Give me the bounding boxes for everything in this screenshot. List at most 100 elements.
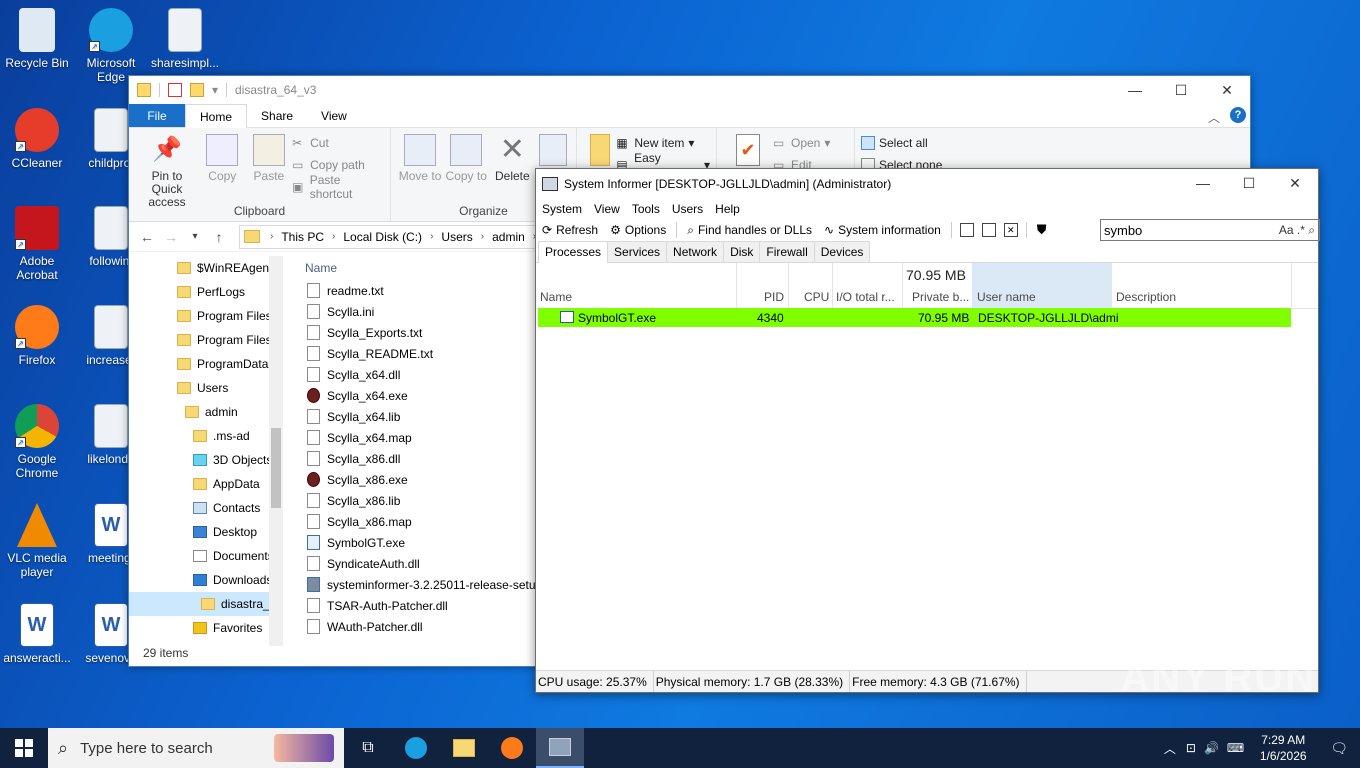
- breadcrumb-users[interactable]: Users: [441, 230, 472, 244]
- ime-icon[interactable]: ⌨: [1223, 741, 1248, 755]
- desktop-icon-chrome[interactable]: ↗ Google Chrome: [0, 404, 74, 480]
- select-all-button[interactable]: Select all: [861, 134, 942, 152]
- nav-item[interactable]: Downloads: [129, 568, 281, 592]
- file-row[interactable]: Scylla_x64.exe: [299, 385, 539, 406]
- tab-network[interactable]: Network: [666, 241, 725, 262]
- search-options[interactable]: Aa .* ⌕: [1279, 223, 1319, 238]
- column-cpu[interactable]: CPU: [804, 290, 829, 304]
- paste-shortcut-button[interactable]: ▣ Paste shortcut: [292, 173, 384, 201]
- open-button[interactable]: ▭ Open ▾: [773, 134, 830, 152]
- file-row[interactable]: Scylla_x64.map: [299, 427, 539, 448]
- close-icon[interactable]: ✕: [1204, 76, 1250, 104]
- scroll-thumb[interactable]: [271, 428, 281, 508]
- new-item-button[interactable]: ▦ New item ▾: [616, 134, 710, 152]
- breadcrumb-this-pc[interactable]: This PC: [281, 230, 324, 244]
- task-view-button[interactable]: ⧉: [344, 728, 392, 768]
- nav-item[interactable]: $WinREAgent: [129, 256, 281, 280]
- file-row[interactable]: Scylla_x64.dll: [299, 364, 539, 385]
- clock[interactable]: 7:29 AM 1/6/2026: [1248, 732, 1318, 764]
- nav-item[interactable]: Program Files: [129, 328, 281, 352]
- column-user-name[interactable]: User name: [977, 290, 1036, 304]
- breadcrumb-local-disk[interactable]: Local Disk (C:): [343, 230, 422, 244]
- column-pid[interactable]: PID: [764, 290, 784, 304]
- taskbar-system-informer[interactable]: [536, 728, 584, 768]
- breadcrumb-admin[interactable]: admin: [492, 230, 525, 244]
- file-row[interactable]: readme.txt: [299, 280, 539, 301]
- column-private-bytes[interactable]: Private b...: [912, 290, 969, 304]
- file-row[interactable]: WAuth-Patcher.dll: [299, 616, 539, 637]
- nav-item-selected[interactable]: disastra_: [129, 592, 281, 616]
- terminate-icon[interactable]: ✕: [1003, 223, 1018, 237]
- process-search-input[interactable]: symbo Aa .* ⌕: [1100, 219, 1320, 241]
- file-row[interactable]: Scylla_README.txt: [299, 343, 539, 364]
- column-name[interactable]: Name: [540, 290, 572, 304]
- file-row[interactable]: Scylla_x86.dll: [299, 448, 539, 469]
- close-icon[interactable]: ✕: [1272, 169, 1318, 197]
- file-row[interactable]: Scylla_x86.exe: [299, 469, 539, 490]
- tab-services[interactable]: Services: [607, 241, 668, 262]
- taskbar-firefox[interactable]: [488, 728, 536, 768]
- taskbar-file-explorer[interactable]: [440, 728, 488, 768]
- taskbar-search[interactable]: ⌕ Type here to search: [48, 728, 344, 768]
- back-icon[interactable]: ←: [135, 229, 159, 245]
- desktop-icon-acrobat[interactable]: ↗ Adobe Acrobat: [0, 206, 74, 282]
- nav-item[interactable]: Documents: [129, 544, 281, 568]
- tab-view[interactable]: View: [307, 104, 361, 127]
- desktop-icon-answeracti[interactable]: W answeracti...: [0, 603, 74, 665]
- recent-locations-icon[interactable]: ▾: [183, 231, 207, 242]
- volume-icon[interactable]: 🔊: [1200, 741, 1223, 755]
- file-row[interactable]: TSAR-Auth-Patcher.dll: [299, 595, 539, 616]
- maximize-icon[interactable]: ☐: [1158, 76, 1204, 104]
- file-row[interactable]: systeminformer-3.2.25011-release-setup: [299, 574, 539, 595]
- menu-view[interactable]: View: [588, 202, 626, 216]
- file-row[interactable]: Scylla.ini: [299, 301, 539, 322]
- properties-icon[interactable]: [168, 83, 182, 97]
- menu-tools[interactable]: Tools: [626, 202, 666, 216]
- tab-share[interactable]: Share: [247, 104, 307, 127]
- nav-item[interactable]: .ms-ad: [129, 424, 281, 448]
- menu-help[interactable]: Help: [709, 202, 746, 216]
- network-icon[interactable]: ⊡: [1182, 741, 1200, 755]
- forward-icon[interactable]: →: [159, 229, 183, 245]
- desktop-icon-vlc[interactable]: VLC media player: [0, 503, 74, 579]
- minimize-icon[interactable]: —: [1180, 169, 1226, 197]
- file-row[interactable]: Scylla_x86.map: [299, 511, 539, 532]
- desktop-icon-firefox[interactable]: ↗ Firefox: [0, 305, 74, 367]
- file-row[interactable]: Scylla_Exports.txt: [299, 322, 539, 343]
- file-row[interactable]: SymbolGT.exe: [299, 532, 539, 553]
- cut-button[interactable]: ✂ Cut: [292, 134, 384, 152]
- menu-users[interactable]: Users: [666, 202, 709, 216]
- shield-icon[interactable]: ⛊: [1037, 222, 1047, 238]
- refresh-button[interactable]: ⟳ Refresh: [536, 223, 604, 237]
- options-button[interactable]: ⚙ Options: [604, 223, 672, 237]
- column-io-total[interactable]: I/O total r...: [836, 290, 895, 304]
- copy-path-button[interactable]: ▭ Copy path: [292, 156, 384, 174]
- find-window-icon[interactable]: [981, 223, 996, 237]
- nav-item[interactable]: Contacts: [129, 496, 281, 520]
- nav-item[interactable]: AppData: [129, 472, 281, 496]
- desktop-icon-sharesimpl[interactable]: sharesimpl...: [148, 8, 222, 70]
- nav-item[interactable]: 3D Objects: [129, 448, 281, 472]
- maximize-icon[interactable]: ☐: [1226, 169, 1272, 197]
- nav-item[interactable]: PerfLogs: [129, 280, 281, 304]
- column-description[interactable]: Description: [1116, 290, 1176, 304]
- menu-system[interactable]: System: [536, 202, 588, 216]
- nav-item[interactable]: Users: [129, 376, 281, 400]
- process-row[interactable]: SymbolGT.exe 4340 70.95 MB DESKTOP-JGLLJ…: [538, 308, 1291, 327]
- tab-home[interactable]: Home: [185, 104, 248, 128]
- chevron-up-icon[interactable]: ︿: [1158, 740, 1182, 757]
- tab-devices[interactable]: Devices: [813, 241, 871, 262]
- file-row[interactable]: Scylla_x86.lib: [299, 490, 539, 511]
- minimize-icon[interactable]: —: [1112, 76, 1158, 104]
- desktop-icon-ccleaner[interactable]: ↗ CCleaner: [0, 108, 74, 170]
- tab-file[interactable]: File: [129, 104, 185, 127]
- start-button[interactable]: [0, 728, 48, 768]
- collapse-ribbon-icon[interactable]: ︿: [1208, 109, 1220, 126]
- nav-item[interactable]: ProgramData: [129, 352, 281, 376]
- help-icon[interactable]: ?: [1230, 107, 1246, 123]
- window-icon[interactable]: [959, 223, 974, 237]
- tab-processes[interactable]: Processes: [538, 241, 609, 263]
- nav-item[interactable]: Desktop: [129, 520, 281, 544]
- nav-scrollbar[interactable]: [269, 256, 283, 646]
- column-header-name[interactable]: Name: [299, 256, 539, 280]
